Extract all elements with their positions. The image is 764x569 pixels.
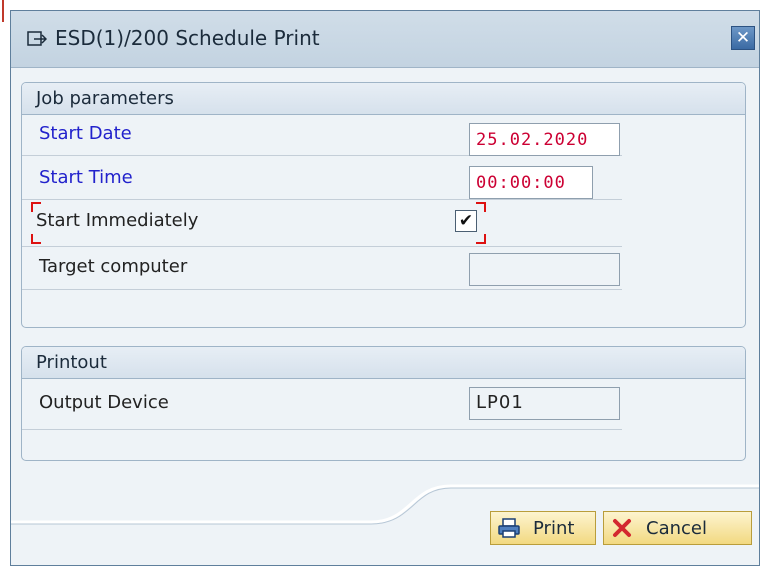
- start-time-row: Start Time 00:00:00: [22, 156, 622, 200]
- close-icon: ✕: [735, 27, 751, 48]
- focus-corner-tr: [476, 202, 486, 212]
- export-icon: [27, 31, 47, 46]
- checkmark-icon: ✔: [458, 211, 474, 231]
- start-date-row: Start Date 25.02.2020: [22, 115, 622, 156]
- target-computer-label: Target computer: [39, 256, 188, 277]
- dialog-title: ESD(1)/200 Schedule Print: [55, 26, 320, 50]
- start-immediately-checkbox[interactable]: ✔: [455, 210, 477, 232]
- start-date-input[interactable]: 25.02.2020: [469, 123, 620, 156]
- background-marker: [2, 0, 4, 22]
- schedule-print-dialog: ESD(1)/200 Schedule Print ✕ Job paramete…: [10, 10, 760, 566]
- start-immediately-label: Start Immediately: [36, 210, 199, 231]
- output-device-input[interactable]: LP01: [469, 387, 620, 420]
- output-device-label: Output Device: [39, 392, 169, 413]
- start-date-label: Start Date: [39, 123, 132, 144]
- focus-corner-br: [476, 234, 486, 244]
- job-parameters-header: Job parameters: [22, 83, 745, 115]
- target-computer-input[interactable]: [469, 253, 620, 286]
- job-parameters-group: Job parameters Start Date 25.02.2020 Sta…: [21, 82, 746, 328]
- focus-corner-bl: [31, 234, 41, 244]
- output-device-row: Output Device LP01: [22, 379, 622, 430]
- print-button-label: Print: [533, 517, 575, 539]
- close-button[interactable]: ✕: [731, 26, 755, 50]
- printer-icon: [497, 517, 521, 539]
- start-time-input[interactable]: 00:00:00: [469, 166, 593, 199]
- cancel-x-icon: [610, 517, 634, 539]
- title-bar: ESD(1)/200 Schedule Print ✕: [11, 11, 759, 68]
- cancel-button[interactable]: Cancel: [603, 511, 752, 545]
- printout-group: Printout Output Device LP01: [21, 346, 746, 461]
- start-time-label: Start Time: [39, 167, 133, 188]
- print-button[interactable]: Print: [490, 511, 596, 545]
- start-immediately-row: Start Immediately ✔: [22, 200, 622, 247]
- printout-header: Printout: [22, 347, 745, 379]
- cancel-button-label: Cancel: [646, 517, 707, 539]
- target-computer-row: Target computer: [22, 247, 622, 290]
